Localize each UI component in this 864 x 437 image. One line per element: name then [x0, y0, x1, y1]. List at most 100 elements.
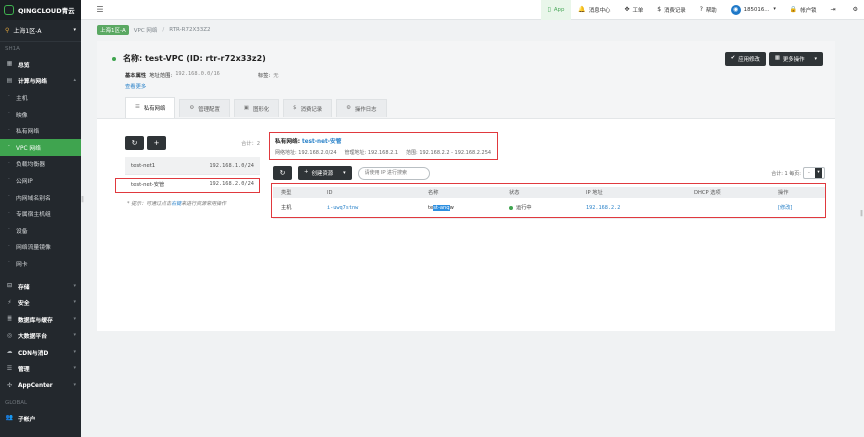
sidebar-collapse-handle[interactable]: ‖	[81, 196, 85, 210]
sidebar-item-dns-alias[interactable]: · 内网域名别名	[0, 189, 81, 206]
name-text: w	[449, 204, 454, 211]
view-more-link[interactable]: 查看更多	[125, 82, 146, 90]
sidebar-item-label: 网络流量镜像	[16, 245, 51, 252]
addr-value: 192.168.0.0/16	[175, 71, 220, 77]
dollar-icon: $	[293, 104, 297, 111]
topnav-app[interactable]: ▯ App	[540, 0, 572, 20]
cell-ip[interactable]: 192.168.2.2	[578, 198, 686, 219]
topnav-messages[interactable]: 🔔 消息中心	[571, 0, 617, 20]
sidebar-item-traffic-mirror[interactable]: · 网络流量镜像	[0, 239, 81, 256]
sidebar-item-dedicated-host[interactable]: · 专属宿主机组	[0, 205, 81, 222]
user-avatar-icon: ◉	[730, 4, 741, 15]
basic-attributes: 基本属性 地址范围: 192.168.0.0/16 标签: 无	[125, 71, 279, 79]
column-header[interactable]: 状态	[501, 187, 578, 198]
breadcrumb-vpc[interactable]: VPC 网络	[134, 26, 158, 34]
column-header[interactable]: DHCP 选项	[686, 187, 770, 198]
sidebar-item-sub-account[interactable]: 👥 子帐户	[0, 410, 81, 427]
sidebar-group-appcenter[interactable]: ✣ AppCenter ▾	[0, 377, 81, 394]
sidebar-group-management[interactable]: ☰ 管理 ▾	[0, 361, 81, 378]
sidebar-group-bigdata[interactable]: ◎ 大数据平台 ▾	[0, 328, 81, 345]
tab-management[interactable]: ⚙ 管理配置	[179, 99, 230, 117]
more-actions-button[interactable]: ▦ 更多操作 ▾	[768, 52, 823, 66]
sidebar-item-vpc[interactable]: · VPC 网络	[0, 138, 81, 156]
sidebar-group-security[interactable]: ⚡ 安全 ▾	[0, 294, 81, 311]
image-icon: ▣	[243, 104, 249, 111]
ip-search-input[interactable]	[357, 166, 430, 180]
bullet-icon: ·	[8, 194, 10, 201]
sidebar-item-label: 映像	[16, 112, 28, 119]
page-size-select[interactable]: - ▾	[803, 167, 825, 179]
vxnet-row[interactable]: test-net-安管 192.168.2.0/24	[125, 175, 260, 193]
modify-link[interactable]: [修改]	[770, 198, 825, 219]
attr-label: 基本属性	[125, 73, 147, 79]
storage-icon: ⊟	[6, 282, 13, 290]
add-vxnet-button[interactable]: +	[147, 136, 166, 150]
topnav-user[interactable]: ◉ 185016... ▾	[724, 0, 783, 20]
lock-icon: 🔒	[789, 5, 798, 13]
sidebar-item-vxnets[interactable]: · 私有网络	[0, 122, 81, 139]
vxnet-name: test-net1	[131, 162, 156, 169]
sidebar-group-cdn[interactable]: ☁ CDN与消D ▾	[0, 344, 81, 361]
logo[interactable]: QINGCLOUD青云	[0, 0, 81, 20]
chevron-down-icon: ▾	[73, 282, 76, 289]
top-nav: ▯ App 🔔 消息中心 ✥ 工单 $ 消费记录 ? 帮助 ◉ 185016... ▾ 🔒 帐户…	[540, 0, 864, 20]
topnav-settings[interactable]: ⚙	[846, 0, 864, 20]
sidebar-item-label: 子帐户	[18, 416, 36, 423]
topnav-tickets[interactable]: ✥ 工单	[617, 0, 650, 20]
tab-label: 管理配置	[198, 106, 220, 113]
server-icon: ▤	[6, 76, 13, 84]
chevron-up-icon: ▴	[73, 77, 76, 84]
sidebar-item-devices[interactable]: · 设备	[0, 222, 81, 239]
tab-label: 消费记录	[300, 106, 323, 113]
caret-down-icon: ▾	[815, 168, 822, 178]
panel-resize-handle[interactable]: ‖	[860, 210, 863, 217]
bigdata-icon: ◎	[6, 331, 13, 339]
tab-oplog[interactable]: ⚙ 操作日志	[336, 99, 387, 117]
sidebar-item-nic[interactable]: · 网卡	[0, 255, 81, 272]
tab-vxnets[interactable]: ☰ 私有网络	[125, 97, 176, 118]
table-row[interactable]: 主机 i-uwq7stnw test-anqw 运行中 192.168.2.2 …	[273, 198, 825, 219]
create-resource-button[interactable]: + 创建资源 ▾	[298, 166, 352, 180]
vxnet-cidr: 192.168.1.0/24	[209, 162, 254, 169]
breadcrumb-zone[interactable]: 上海1区-A	[97, 25, 129, 35]
sidebar-item-eip[interactable]: · 公网IP	[0, 172, 81, 189]
column-header[interactable]: 类型	[273, 187, 319, 198]
sidebar-item-label: 公网IP	[16, 178, 33, 185]
topnav-billing[interactable]: $ 消费记录	[650, 0, 692, 20]
dashboard-icon: ▦	[6, 60, 13, 68]
vxnet-row[interactable]: test-net1 192.168.1.0/24	[125, 157, 260, 175]
topnav-label: 帮助	[705, 7, 717, 14]
menu-icon[interactable]: ☰	[93, 5, 107, 14]
vxnet-name: test-net-安管	[131, 181, 165, 188]
column-header[interactable]: 名称	[420, 187, 501, 198]
tab-billing[interactable]: $ 消费记录	[283, 99, 333, 117]
sidebar-group-compute-network[interactable]: ▤ 计算与网络 ▴	[0, 73, 81, 90]
refresh-button[interactable]: ↻	[125, 136, 144, 150]
apply-changes-button[interactable]: ✔ 应用修改	[724, 52, 766, 66]
region-label: 上海1区-A	[13, 28, 42, 35]
sidebar-item-loadbalancer[interactable]: · 负载均衡器	[0, 156, 81, 173]
section-label-region: SH1A	[5, 46, 20, 52]
breadcrumb-router: RTR-R72X33Z2	[169, 27, 211, 33]
column-header[interactable]: 操作	[770, 187, 825, 198]
detail-title-value[interactable]: test-net-安管	[302, 139, 341, 145]
sidebar-group-storage[interactable]: ⊟ 存储 ▾	[0, 278, 81, 295]
column-header[interactable]: ID	[319, 187, 420, 198]
sidebar-item-images[interactable]: · 映像	[0, 106, 81, 123]
chevron-down-icon: ▾	[73, 332, 76, 339]
cell-id[interactable]: i-uwq7stnw	[319, 198, 420, 219]
refresh-button[interactable]: ↻	[273, 166, 292, 180]
users-icon: 👥	[5, 414, 14, 422]
tab-bar: ☰ 私有网络 ⚙ 管理配置 ▣ 图形化 $ 消费记录 ⚙ 操作日志	[125, 97, 391, 119]
topnav-logout[interactable]: ⇥	[824, 0, 846, 20]
button-label: 应用修改	[738, 57, 760, 63]
topnav-help[interactable]: ? 帮助	[693, 0, 724, 20]
topnav-account[interactable]: 🔒 帐户锁	[783, 0, 824, 20]
sidebar-item-overview[interactable]: ▦ 总览	[0, 56, 81, 73]
sidebar-group-database[interactable]: ≣ 数据库与缓存 ▾	[0, 311, 81, 328]
sidebar-item-instances[interactable]: · 主机	[0, 89, 81, 106]
vxnet-toolbar: ↻ + 合计：2	[125, 136, 260, 150]
tab-graphical[interactable]: ▣ 图形化	[233, 99, 280, 117]
column-header[interactable]: IP 地址	[578, 187, 686, 198]
region-selector[interactable]: ⚲ 上海1区-A ▾	[0, 20, 81, 42]
